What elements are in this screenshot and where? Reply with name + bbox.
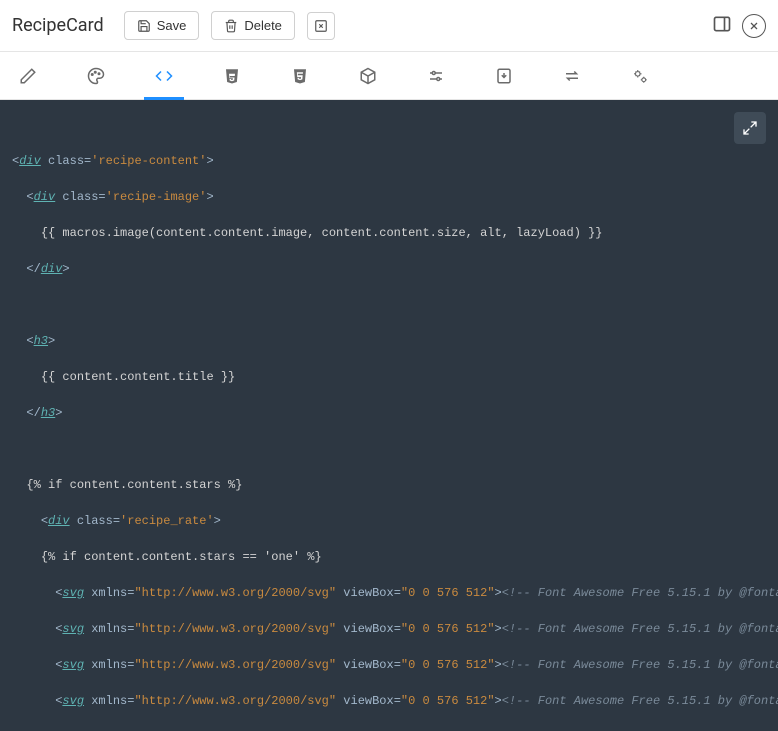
panel-toggle-button[interactable] [712,14,732,38]
panel-icon [712,14,732,34]
pencil-icon [19,67,37,85]
x-square-icon [314,19,328,33]
html-shield-icon [223,67,241,85]
code-line: <div class='recipe-content'> [12,152,766,170]
code-line: <svg xmlns="http://www.w3.org/2000/svg" … [12,620,766,638]
code-icon [155,67,173,85]
sliders-icon [427,67,445,85]
code-line: <svg xmlns="http://www.w3.org/2000/svg" … [12,692,766,710]
code-line: <h3> [12,332,766,350]
save-label: Save [157,18,187,33]
toolbar-right [712,14,766,38]
expand-icon [742,120,758,136]
trash-icon [224,19,238,33]
code-line: {% if content.content.stars == 'one' %} [12,548,766,566]
code-line: {{ macros.image(content.content.image, c… [12,224,766,242]
code-line: {{ content.content.title }} [12,368,766,386]
tab-config[interactable] [624,52,656,100]
tab-sync[interactable] [556,52,588,100]
code-line: <svg xmlns="http://www.w3.org/2000/svg" … [12,656,766,674]
close-circle-button[interactable] [742,14,766,38]
delete-label: Delete [244,18,282,33]
code-line [12,296,766,314]
tab-package[interactable] [352,52,384,100]
toolbar: RecipeCard Save Delete [0,0,778,52]
tab-bar [0,52,778,100]
tab-download[interactable] [488,52,520,100]
tab-css[interactable] [284,52,316,100]
css-shield-icon [291,67,309,85]
code-line: </div> [12,260,766,278]
x-icon [748,20,760,32]
download-icon [495,67,513,85]
tab-html[interactable] [216,52,248,100]
code-line: </h3> [12,404,766,422]
page-title: RecipeCard [12,15,104,36]
swap-icon [563,67,581,85]
code-line: <svg xmlns="http://www.w3.org/2000/svg" … [12,584,766,602]
code-line: {% if content.content.stars %} [12,476,766,494]
palette-icon [87,67,105,85]
code-line: <div class='recipe_rate'> [12,512,766,530]
tab-code[interactable] [148,52,180,100]
cube-icon [359,67,377,85]
gears-icon [631,67,649,85]
code-line [12,440,766,458]
delete-button[interactable]: Delete [211,11,295,40]
tab-edit[interactable] [12,52,44,100]
code-editor[interactable]: <div class='recipe-content'> <div class=… [0,100,778,731]
tab-settings[interactable] [420,52,452,100]
save-icon [137,19,151,33]
save-button[interactable]: Save [124,11,200,40]
code-line: <div class='recipe-image'> [12,188,766,206]
expand-button[interactable] [734,112,766,144]
close-square-button[interactable] [307,12,335,40]
tab-style[interactable] [80,52,112,100]
